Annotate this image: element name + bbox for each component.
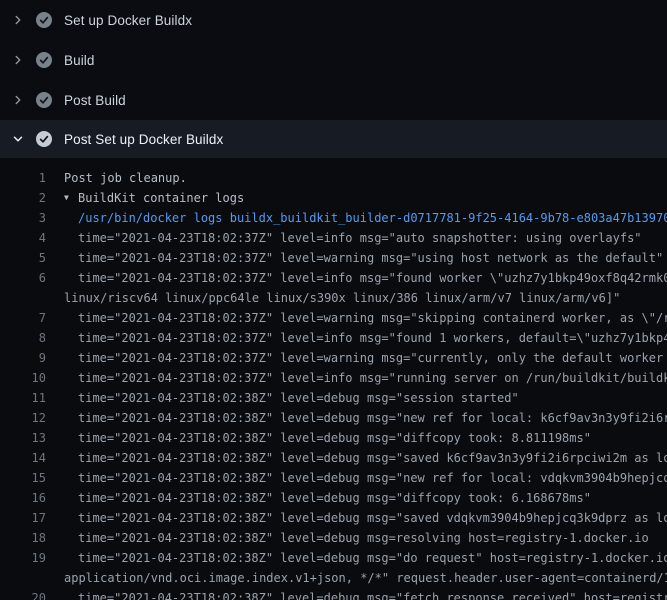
log-line-text: time="2021-04-23T18:02:38Z" level=debug … [78,548,667,568]
step-label: Post Build [64,93,126,108]
log-line: 13 time="2021-04-23T18:02:38Z" level=deb… [0,428,667,448]
log-line-text: time="2021-04-23T18:02:37Z" level=info m… [78,368,667,388]
line-number[interactable]: 19 [0,548,46,568]
log-line: 14 time="2021-04-23T18:02:38Z" level=deb… [0,448,667,468]
log-line-text: time="2021-04-23T18:02:38Z" level=debug … [78,508,667,528]
step-row-post-build[interactable]: Post Build [0,80,667,120]
line-number[interactable] [0,568,46,588]
step-label: Post Set up Docker Buildx [64,132,223,147]
log-line: 8 time="2021-04-23T18:02:37Z" level=info… [0,328,667,348]
log-line-text: time="2021-04-23T18:02:37Z" level=info m… [78,228,642,248]
log-line: 15 time="2021-04-23T18:02:38Z" level=deb… [0,468,667,488]
line-number[interactable]: 20 [0,588,46,600]
line-number[interactable]: 8 [0,328,46,348]
log-line: 20 time="2021-04-23T18:02:38Z" level=deb… [0,588,667,600]
log-line-text: time="2021-04-23T18:02:37Z" level=warnin… [78,308,667,328]
chevron-right-icon [11,53,25,67]
line-number[interactable]: 13 [0,428,46,448]
line-number[interactable]: 3 [0,208,46,228]
line-number[interactable]: 2 [0,188,46,208]
chevron-right-icon [11,93,25,107]
log-line: linux/riscv64 linux/ppc64le linux/s390x … [0,288,667,308]
log-line-text: time="2021-04-23T18:02:37Z" level=info m… [78,268,667,288]
check-circle-icon [36,12,52,28]
chevron-right-icon [11,13,25,27]
log-line: 1 Post job cleanup. [0,168,667,188]
log-line-text: time="2021-04-23T18:02:38Z" level=debug … [78,588,667,600]
chevron-down-icon [11,132,25,146]
log-line-text: application/vnd.oci.image.index.v1+json,… [64,568,667,588]
log-line-text: BuildKit container logs [78,188,244,208]
log-console[interactable]: 1 Post job cleanup. 2 ▼ BuildKit contain… [0,158,667,600]
line-number[interactable]: 5 [0,248,46,268]
log-line-text: time="2021-04-23T18:02:37Z" level=info m… [78,328,667,348]
log-line-text: Post job cleanup. [64,168,187,188]
line-number[interactable]: 15 [0,468,46,488]
step-row-build[interactable]: Build [0,40,667,80]
log-line-text: linux/riscv64 linux/ppc64le linux/s390x … [64,288,620,308]
log-line: 3 /usr/bin/docker logs buildx_buildkit_b… [0,208,667,228]
log-line: 7 time="2021-04-23T18:02:37Z" level=warn… [0,308,667,328]
log-line-text: time="2021-04-23T18:02:37Z" level=warnin… [78,348,667,368]
step-row-post-set-up-docker-buildx[interactable]: Post Set up Docker Buildx [0,120,667,158]
log-line-text: time="2021-04-23T18:02:38Z" level=debug … [78,408,667,428]
line-number[interactable]: 4 [0,228,46,248]
log-line: 5 time="2021-04-23T18:02:37Z" level=warn… [0,248,667,268]
log-line: application/vnd.oci.image.index.v1+json,… [0,568,667,588]
step-label: Set up Docker Buildx [64,13,192,28]
line-number[interactable]: 6 [0,268,46,288]
check-circle-icon [36,131,52,147]
line-number[interactable]: 10 [0,368,46,388]
line-number[interactable]: 7 [0,308,46,328]
log-line-text: time="2021-04-23T18:02:37Z" level=warnin… [78,248,663,268]
log-line-text: time="2021-04-23T18:02:38Z" level=debug … [78,488,591,508]
workflow-log-viewer: Set up Docker Buildx Build Post Build Po… [0,0,667,600]
group-collapse-icon[interactable]: ▼ [64,188,78,208]
log-line-text: time="2021-04-23T18:02:38Z" level=debug … [78,468,667,488]
log-line: 17 time="2021-04-23T18:02:38Z" level=deb… [0,508,667,528]
check-circle-icon [36,52,52,68]
line-number[interactable]: 9 [0,348,46,368]
step-row-set-up-docker-buildx[interactable]: Set up Docker Buildx [0,0,667,40]
log-line: 11 time="2021-04-23T18:02:38Z" level=deb… [0,388,667,408]
step-label: Build [64,53,95,68]
log-line: 16 time="2021-04-23T18:02:38Z" level=deb… [0,488,667,508]
log-line-text: time="2021-04-23T18:02:38Z" level=debug … [78,528,649,548]
log-line-text: time="2021-04-23T18:02:38Z" level=debug … [78,428,591,448]
log-line: 6 time="2021-04-23T18:02:37Z" level=info… [0,268,667,288]
line-number[interactable]: 14 [0,448,46,468]
log-line: 19 time="2021-04-23T18:02:38Z" level=deb… [0,548,667,568]
log-line-text: time="2021-04-23T18:02:38Z" level=debug … [78,448,667,468]
line-number[interactable] [0,288,46,308]
log-line: 18 time="2021-04-23T18:02:38Z" level=deb… [0,528,667,548]
log-line-text: time="2021-04-23T18:02:38Z" level=debug … [78,388,519,408]
line-number[interactable]: 1 [0,168,46,188]
log-line: 4 time="2021-04-23T18:02:37Z" level=info… [0,228,667,248]
line-number[interactable]: 17 [0,508,46,528]
line-number[interactable]: 16 [0,488,46,508]
line-number[interactable]: 11 [0,388,46,408]
log-line: 2 ▼ BuildKit container logs [0,188,667,208]
line-number[interactable]: 18 [0,528,46,548]
line-number[interactable]: 12 [0,408,46,428]
log-line: 9 time="2021-04-23T18:02:37Z" level=warn… [0,348,667,368]
log-line-text: /usr/bin/docker logs buildx_buildkit_bui… [78,208,667,228]
log-line: 10 time="2021-04-23T18:02:37Z" level=inf… [0,368,667,388]
check-circle-icon [36,92,52,108]
steps-list: Set up Docker Buildx Build Post Build Po… [0,0,667,158]
log-line: 12 time="2021-04-23T18:02:38Z" level=deb… [0,408,667,428]
